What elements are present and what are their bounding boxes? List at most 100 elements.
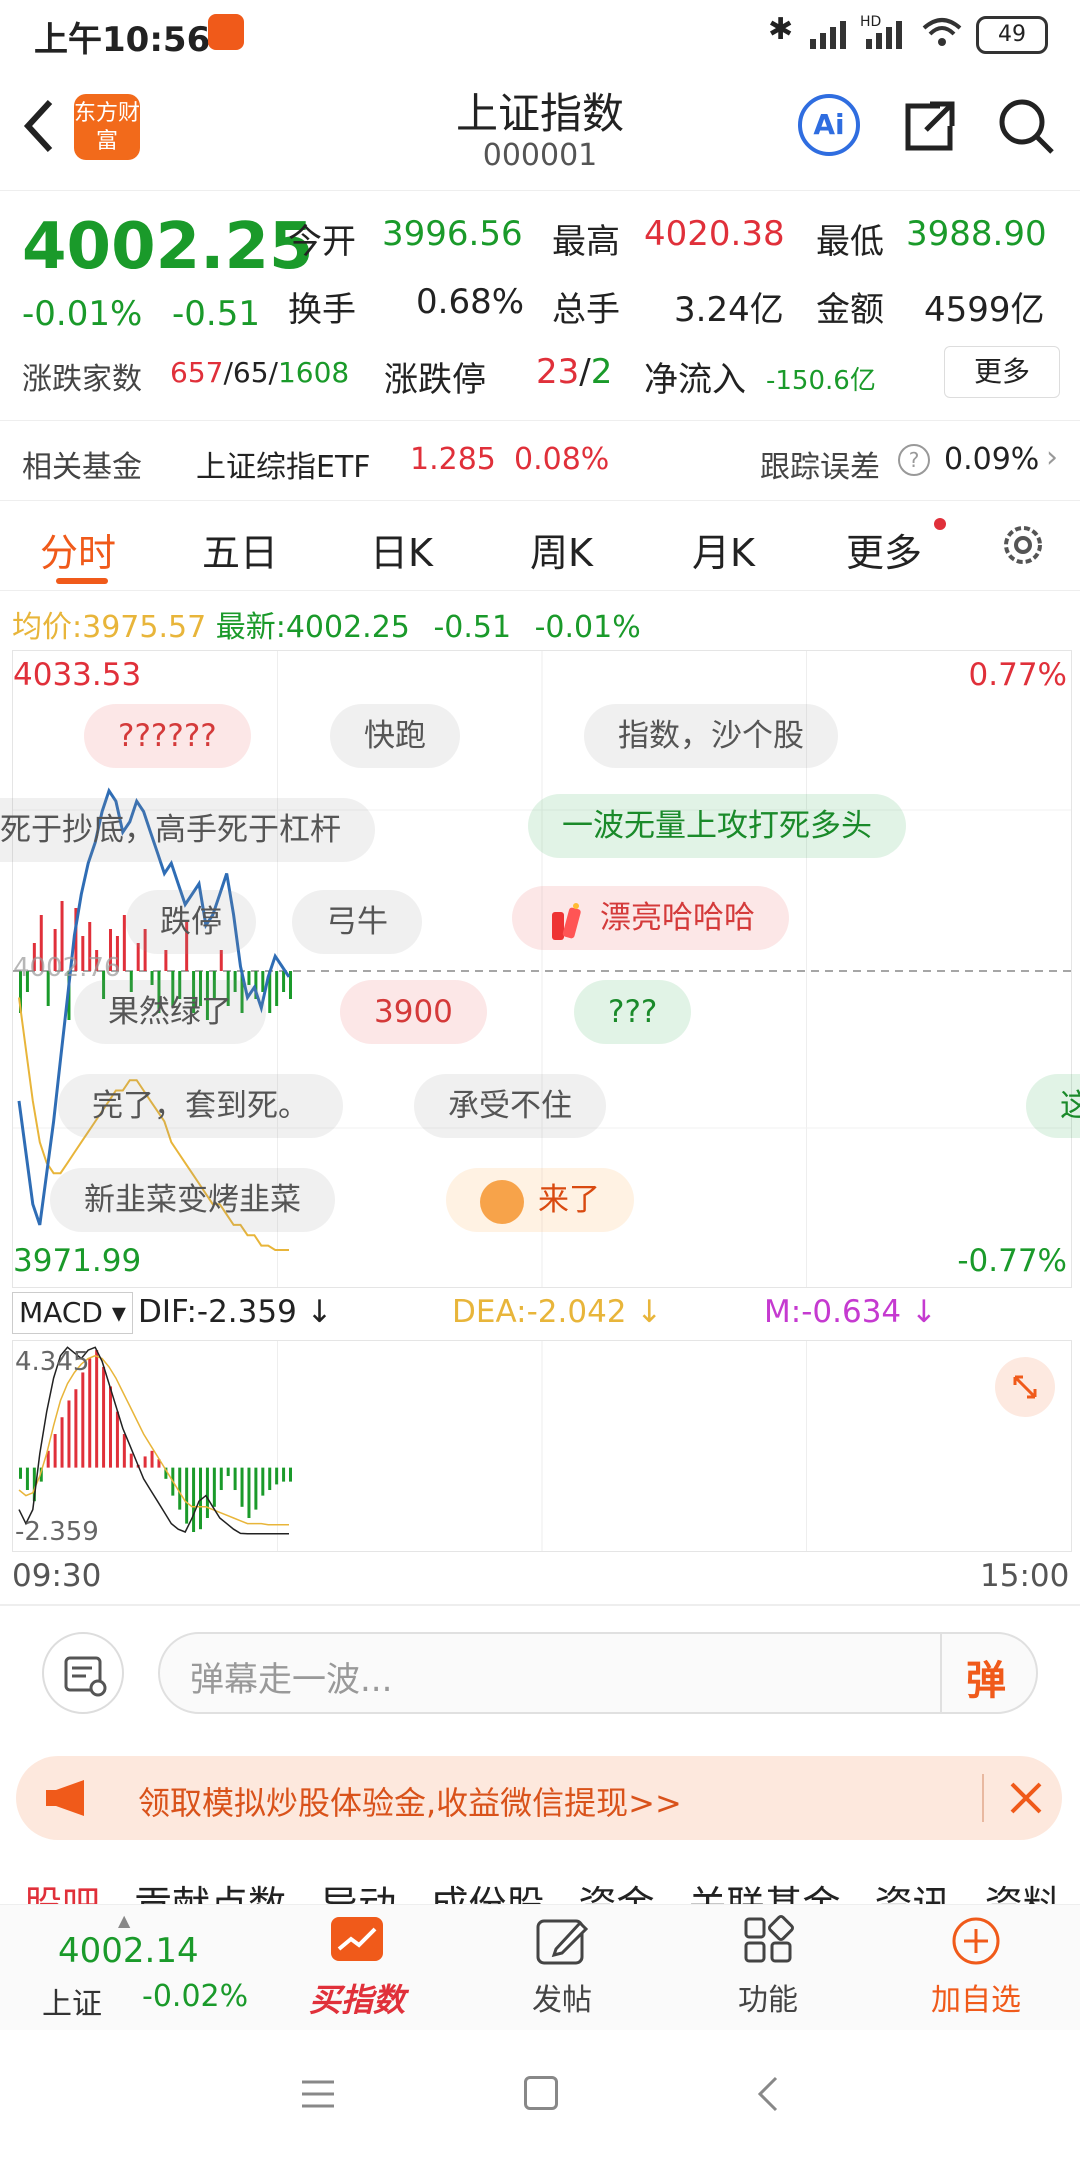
macd-min-label: -2.359 [15,1517,99,1547]
indicator-label: MACD [19,1296,103,1329]
back-icon[interactable] [18,96,58,156]
tab-intraday[interactable]: 分时 [40,522,116,577]
edit-icon [536,1919,589,1965]
macd-bar [240,1467,244,1507]
subtab-guba[interactable]: 股吧 [24,1883,100,1904]
expand-icon[interactable] [995,1357,1055,1417]
turnover-label: 换手 [288,290,356,330]
danmaku-input[interactable]: 弹幕走一波... 弹 [158,1632,1038,1714]
x-end-label: 15:00 [980,1558,1070,1594]
limit-values: 23/2 [536,352,612,392]
dif-label: DIF: [138,1294,197,1330]
macd-bar [289,1467,292,1482]
danmaku-text: 漂亮哈哈哈 [600,900,755,936]
more-button[interactable]: 更多 [944,346,1060,398]
subtab-related-funds[interactable]: 关联基金 [689,1883,841,1904]
macd-chart[interactable]: 4.345 -2.359 [12,1340,1072,1552]
latest-value: 4002.25 [285,610,410,645]
danmaku-item[interactable]: 果然绿了 [74,980,266,1044]
macd-bar [150,1450,154,1468]
related-fund-bar[interactable]: 相关基金 上证综指ETF 1.285 0.08% 跟踪误差 ? 0.09% › [0,420,1080,501]
fund-price: 1.285 [410,442,496,477]
back-nav-icon[interactable] [756,2074,780,2114]
danmaku-item[interactable]: 3900 [340,980,487,1044]
status-bar: 上午10:56 ✱ HD 49 [0,0,1080,66]
limit-up: 23 [536,352,580,392]
promo-banner[interactable]: 领取模拟炒股体验金,收益微信提现>> [16,1756,1062,1840]
search-icon[interactable] [996,96,1056,156]
divider [0,1604,1080,1606]
danmaku-item[interactable]: 来了 [446,1168,634,1232]
subtab-profile[interactable]: 资料 [985,1883,1061,1904]
danmaku-text: 来了 [538,1182,600,1218]
macd-bar [143,1456,147,1468]
netflow-value: -150.6亿 [766,366,876,396]
danmaku-item[interactable]: 快跑 [330,704,460,768]
danmaku-item[interactable]: 弓牛 [292,890,422,954]
subtab-news[interactable]: 资讯 [875,1883,951,1904]
promo-text: 领取模拟炒股体验金,收益微信提现>> [138,1784,682,1822]
danmaku-item[interactable]: 承受不住 [414,1074,606,1138]
share-icon[interactable] [900,96,960,156]
macd-bar [81,1372,85,1468]
functions-label: 功能 [738,1983,798,2018]
sep-3: / [579,352,591,392]
danmaku-item[interactable]: 跌停 [126,890,256,954]
send-danmaku-button[interactable]: 弹 [966,1648,1006,1706]
tab-weekly-k[interactable]: 周K [530,522,593,577]
grid-icon [744,1915,794,1963]
indicator-select[interactable]: MACD ▾ [12,1292,133,1334]
dea-value: -2.042 [526,1294,627,1330]
danmaku-settings-button[interactable] [42,1632,124,1714]
tab-monthly-k[interactable]: 月K [692,522,755,577]
tab-five-day[interactable]: 五日 [202,522,278,577]
macd-bar [226,1467,230,1477]
netflow-label: 净流入 [644,360,746,400]
bluetooth-icon: ✱ [768,12,794,47]
up-count: 657 [170,356,224,389]
danmaku-item[interactable]: 漂亮哈哈哈 [512,886,789,950]
current-price: 4002.25 [22,210,314,284]
danmaku-item[interactable]: 死于抄底，高手死于杠杆 [0,798,375,862]
wifi-icon [920,14,964,50]
danmaku-item[interactable]: ?????? [84,704,251,768]
high-value: 4020.38 [644,214,785,254]
macd-bar [212,1467,216,1507]
signal-icon [810,18,850,49]
ai-label: Ai [813,108,845,141]
danmaku-item[interactable]: ??? [574,980,692,1044]
help-icon[interactable]: ? [898,444,930,476]
dif-value: -2.359 [196,1294,297,1330]
menu-icon[interactable] [300,2078,336,2110]
subtab-contribution[interactable]: 贡献点数 [134,1883,286,1904]
ai-button[interactable]: Ai [798,94,860,156]
high-label: 最高 [552,222,620,262]
danmaku-item[interactable]: 这 [1026,1074,1080,1138]
post-button[interactable]: 发帖 [502,1915,622,2019]
tab-daily-k[interactable]: 日K [370,522,433,577]
danmaku-item[interactable]: 完了，套到死。 [58,1074,343,1138]
tab-more[interactable]: 更多 [846,522,922,577]
danmaku-item[interactable]: 指数，沙个股 [584,704,838,768]
subtab-funds-flow[interactable]: 资金 [578,1883,654,1904]
limit-label: 涨跌停 [384,360,486,400]
macd-bar [205,1467,209,1519]
signal-icon-2 [866,18,906,49]
close-icon[interactable] [1006,1778,1046,1818]
m-value: -0.634 [801,1294,902,1330]
danmaku-item[interactable]: 一波无量上攻打死多头 [528,794,906,858]
subtab-anomaly[interactable]: 异动 [320,1883,396,1904]
home-icon[interactable] [524,2076,558,2110]
tracking-error-label: 跟踪误差 [760,450,880,485]
amount-label: 金额 [816,290,884,330]
promo-divider [982,1774,984,1822]
fund-label: 相关基金 [22,450,142,485]
buy-index-button[interactable]: 买指数 [292,1915,422,2021]
add-watchlist-button[interactable]: 加自选 [916,1915,1036,2019]
danmaku-item[interactable]: 新韭菜变烤韭菜 [50,1168,335,1232]
functions-button[interactable]: 功能 [708,1915,828,2019]
settings-gear-icon[interactable] [998,520,1048,570]
megaphone-icon [44,1778,92,1818]
subtab-constituents[interactable]: 成份股 [430,1883,544,1904]
danmaku-text: ?????? [118,718,217,754]
